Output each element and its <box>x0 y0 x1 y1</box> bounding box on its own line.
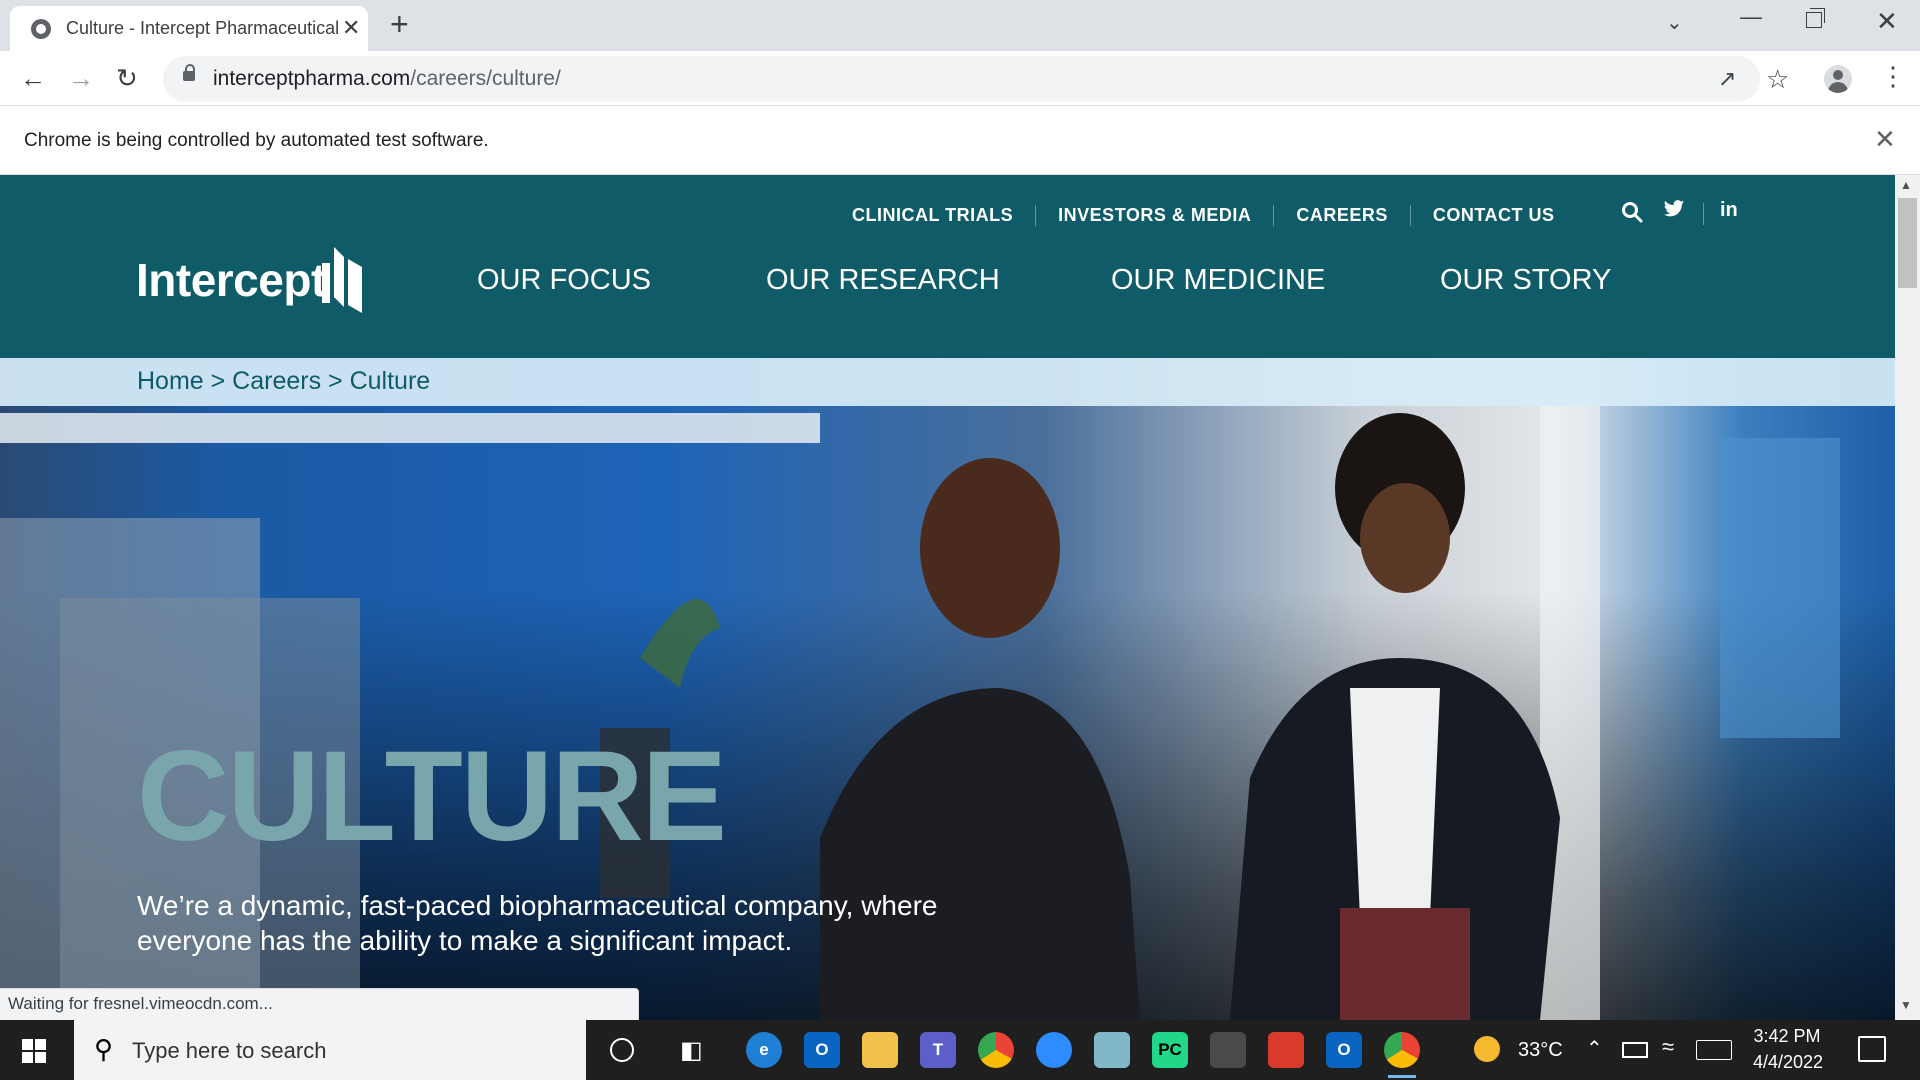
scrollbar-thumb[interactable] <box>1898 198 1917 288</box>
address-bar[interactable]: interceptpharma.com/careers/culture/ ↗ ☆ <box>163 56 1789 102</box>
tab-strip: Culture - Intercept Pharmaceutical ✕ + ⌄… <box>0 0 1920 51</box>
url-path: /careers/culture/ <box>410 67 561 90</box>
scroll-down-arrow-icon[interactable]: ▼ <box>1900 998 1912 1012</box>
browser-tab[interactable]: Culture - Intercept Pharmaceutical ✕ <box>10 6 368 51</box>
bookmark-star-icon[interactable]: ☆ <box>1766 64 1789 95</box>
cortana-icon[interactable] <box>610 1038 634 1062</box>
scroll-up-arrow-icon[interactable]: ▲ <box>1900 178 1912 192</box>
share-icon[interactable]: ↗ <box>1718 66 1736 92</box>
breadcrumb[interactable]: Home > Careers > Culture <box>137 367 430 396</box>
util-link-careers[interactable]: CAREERS <box>1274 204 1411 226</box>
profile-avatar-icon[interactable] <box>1824 65 1852 93</box>
hero-section: Home > Careers > Culture CULTURE We’re a… <box>0 358 1895 1020</box>
hero-subtitle: We’re a dynamic, fast-paced biopharmaceu… <box>137 890 938 956</box>
search-icon[interactable] <box>1621 201 1643 228</box>
battery-icon[interactable] <box>1622 1042 1648 1058</box>
nav-our-focus[interactable]: OUR FOCUS <box>477 264 651 297</box>
infobar-close-icon[interactable]: ✕ <box>1874 124 1896 155</box>
automation-infobar: Chrome is being controlled by automated … <box>0 106 1920 175</box>
status-bubble: Waiting for fresnel.vimeocdn.com... <box>0 988 639 1022</box>
util-divider <box>1703 203 1704 225</box>
zoom-icon[interactable] <box>1036 1032 1072 1068</box>
windows-start-icon[interactable] <box>22 1039 46 1063</box>
chrome-icon[interactable] <box>978 1032 1014 1068</box>
clock-time[interactable]: 3:42 PM <box>1752 1026 1822 1047</box>
chrome-icon-active[interactable] <box>1384 1032 1420 1078</box>
notepad-icon[interactable] <box>1094 1032 1130 1068</box>
lock-icon[interactable] <box>183 64 195 81</box>
restore-button[interactable] <box>1806 8 1825 28</box>
breadcrumb-bar: Home > Careers > Culture <box>0 358 1895 406</box>
status-text: Waiting for fresnel.vimeocdn.com... <box>8 994 273 1013</box>
search-icon: ⚲ <box>94 1034 114 1064</box>
tray-chevron-up-icon[interactable]: ⌃ <box>1586 1036 1603 1061</box>
calculator-icon[interactable] <box>1210 1032 1246 1068</box>
taskbar-search-box[interactable]: ⚲ Type here to search <box>74 1020 586 1080</box>
tab-title: Culture - Intercept Pharmaceutical <box>66 18 338 38</box>
clock-date[interactable]: 4/4/2022 <box>1748 1052 1828 1073</box>
globe-icon <box>31 19 51 39</box>
site-header: CLINICAL TRIALS INVESTORS & MEDIA CAREER… <box>0 175 1895 358</box>
weather-temperature[interactable]: 33°C <box>1518 1039 1563 1062</box>
hero-title: CULTURE <box>137 725 727 868</box>
page-scrollbar[interactable] <box>1895 175 1920 1020</box>
outlook-icon-2[interactable]: O <box>1326 1032 1362 1068</box>
minimize-button[interactable]: — <box>1740 4 1762 30</box>
edge-icon[interactable]: e <box>746 1032 782 1068</box>
windows-taskbar: ⚲ Type here to search ◧ e O T PC O 33°C … <box>0 1020 1920 1080</box>
reload-icon[interactable]: ↻ <box>116 65 138 91</box>
logo-mark-icon <box>322 247 362 313</box>
weather-sun-icon[interactable] <box>1474 1036 1500 1062</box>
teams-icon[interactable]: T <box>920 1032 956 1068</box>
pycharm-icon[interactable]: PC <box>1152 1032 1188 1068</box>
twitter-icon[interactable] <box>1663 199 1685 225</box>
new-tab-button[interactable]: + <box>390 6 409 42</box>
task-view-icon[interactable]: ◧ <box>680 1036 703 1065</box>
nav-our-research[interactable]: OUR RESEARCH <box>766 264 1000 297</box>
forward-arrow-icon[interactable]: → <box>68 65 94 91</box>
logo-text: Intercept <box>136 254 326 306</box>
tab-close-icon[interactable]: ✕ <box>342 15 360 41</box>
util-link-clinical-trials[interactable]: CLINICAL TRIALS <box>852 204 1037 226</box>
window-close-button[interactable]: ✕ <box>1876 6 1898 37</box>
kebab-menu-icon[interactable]: ⋮ <box>1880 61 1906 92</box>
taskbar-search-placeholder: Type here to search <box>132 1038 327 1063</box>
utility-nav: CLINICAL TRIALS INVESTORS & MEDIA CAREER… <box>852 202 1577 228</box>
tab-search-chevron-icon[interactable]: ⌄ <box>1666 10 1683 35</box>
wifi-icon[interactable]: ≈ <box>1662 1034 1674 1060</box>
keyboard-icon[interactable] <box>1696 1040 1732 1060</box>
file-explorer-icon[interactable] <box>862 1032 898 1068</box>
infobar-message: Chrome is being controlled by automated … <box>24 130 489 151</box>
nav-our-story[interactable]: OUR STORY <box>1440 264 1611 297</box>
util-link-contact-us[interactable]: CONTACT US <box>1411 205 1577 226</box>
web-page: CLINICAL TRIALS INVESTORS & MEDIA CAREER… <box>0 175 1895 1020</box>
outlook-icon[interactable]: O <box>804 1032 840 1068</box>
browser-toolbar: ← → ↻ interceptpharma.com/careers/cultur… <box>0 51 1920 106</box>
nav-our-medicine[interactable]: OUR MEDICINE <box>1111 264 1325 297</box>
paint-icon[interactable] <box>1268 1032 1304 1068</box>
url-host: interceptpharma.com <box>213 67 411 90</box>
url-text[interactable]: interceptpharma.com/careers/culture/ <box>213 67 561 91</box>
notification-center-icon[interactable] <box>1858 1036 1886 1062</box>
linkedin-icon[interactable]: in <box>1720 199 1738 222</box>
util-link-investors-media[interactable]: INVESTORS & MEDIA <box>1036 204 1275 226</box>
back-arrow-icon[interactable]: ← <box>20 65 46 91</box>
